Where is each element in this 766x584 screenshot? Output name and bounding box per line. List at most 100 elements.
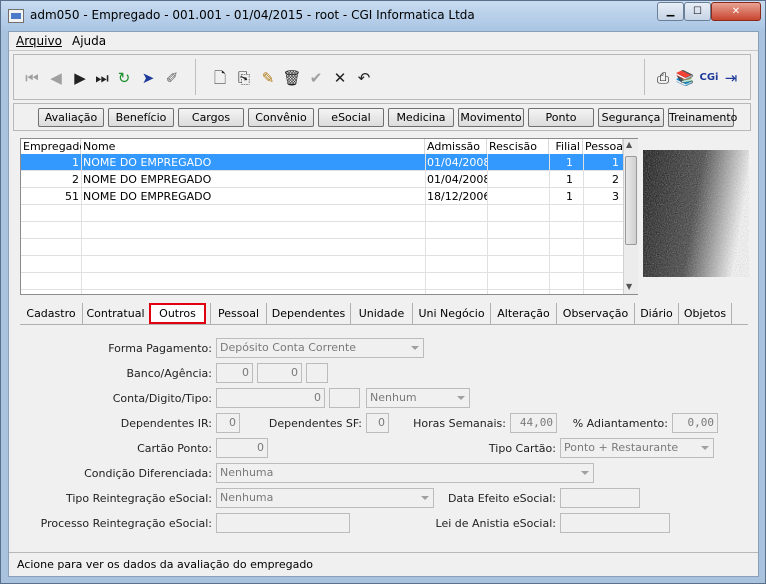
cell-empregado: 2: [72, 173, 79, 186]
confirm-icon[interactable]: ✔: [306, 68, 326, 88]
banco-field[interactable]: 0: [216, 363, 253, 383]
col-header-admissao[interactable]: Admissão: [425, 139, 487, 154]
conta-field[interactable]: 0: [216, 388, 325, 408]
cancel-icon[interactable]: ✕: [330, 68, 350, 88]
tab-uni-negocio[interactable]: Uni Negócio: [412, 303, 490, 324]
table-row[interactable]: [21, 239, 623, 256]
tab-alteracao[interactable]: Alteração: [490, 303, 556, 324]
movimento-button[interactable]: Movimento: [458, 108, 524, 127]
col-header-nome[interactable]: Nome: [81, 139, 425, 154]
exit-icon[interactable]: ⇥: [721, 68, 741, 88]
nav-group: ⏮ ◀ ▶ ⏭ ↻ ➤ ✐: [18, 59, 196, 95]
label-dependentes-ir: Dependentes IR:: [120, 417, 212, 430]
convenio-button[interactable]: Convênio: [248, 108, 314, 127]
cartao-ponto-field[interactable]: 0: [216, 438, 268, 458]
menu-ajuda[interactable]: Ajuda: [72, 34, 106, 48]
scroll-up-icon[interactable]: ▲: [626, 140, 632, 149]
new-icon[interactable]: 🗋: [210, 68, 230, 88]
col-header-pessoa[interactable]: Pessoa: [583, 139, 623, 154]
medicina-button[interactable]: Medicina: [388, 108, 454, 127]
adiantamento-field[interactable]: 0,00: [672, 413, 718, 433]
print-icon[interactable]: ⎙: [653, 68, 673, 88]
table-row[interactable]: [21, 205, 623, 222]
close-button[interactable]: ✕: [711, 2, 761, 21]
tab-pessoal[interactable]: Pessoal: [210, 303, 266, 324]
forma-pagamento-select[interactable]: Depósito Conta Corrente: [216, 338, 424, 358]
condicao-select[interactable]: Nenhuma: [216, 463, 594, 483]
first-icon[interactable]: ⏮: [22, 68, 42, 88]
title-bar[interactable]: adm050 - Empregado - 001.001 - 01/04/201…: [1, 1, 765, 31]
delete-icon[interactable]: 🗑: [282, 68, 302, 88]
conta-digito-field[interactable]: [329, 388, 360, 408]
edit-icon[interactable]: ✎: [258, 68, 278, 88]
tab-objetos[interactable]: Objetos: [678, 303, 732, 324]
copy-icon[interactable]: ⎘: [234, 68, 254, 88]
books-icon[interactable]: 📚: [675, 68, 695, 88]
prev-icon[interactable]: ◀: [46, 68, 66, 88]
table-row[interactable]: [21, 256, 623, 273]
tab-cadastro[interactable]: Cadastro: [20, 303, 82, 324]
agencia-field[interactable]: 0: [257, 363, 302, 383]
table-row[interactable]: 2 NOME DO EMPREGADO 01/04/2008 1 2: [21, 171, 623, 188]
scroll-down-icon[interactable]: ▼: [626, 282, 632, 291]
table-row[interactable]: 51 NOME DO EMPREGADO 18/12/2006 1 3: [21, 188, 623, 205]
last-icon[interactable]: ⏭: [92, 68, 112, 88]
tipo-cartao-select[interactable]: Ponto + Restaurante: [560, 438, 714, 458]
col-header-rescisao[interactable]: Rescisão: [487, 139, 549, 154]
send-icon[interactable]: ➤: [138, 68, 158, 88]
refresh-icon[interactable]: ↻: [114, 68, 134, 88]
cell-admissao: 01/04/2008: [427, 173, 487, 186]
employee-grid[interactable]: Empregado Nome Admissão Rescisão Filial …: [20, 138, 638, 295]
tab-outros[interactable]: Outros: [149, 303, 206, 324]
avaliacao-button[interactable]: Avaliação: [38, 108, 104, 127]
label-tipo-cartao: Tipo Cartão:: [488, 442, 556, 455]
dependentes-sf-field[interactable]: 0: [366, 413, 389, 433]
grid-line: [487, 154, 488, 294]
status-bar: Acione para ver os dados da avaliação do…: [9, 552, 758, 576]
maximize-button[interactable]: ☐: [684, 2, 711, 21]
table-row[interactable]: [21, 222, 623, 239]
grid-scrollbar[interactable]: ▲ ▼: [623, 139, 638, 294]
tab-dependentes[interactable]: Dependentes: [266, 303, 350, 324]
edit-group: 🗋 ⎘ ✎ 🗑 ✔ ✕ ↶: [200, 59, 390, 95]
clear-icon[interactable]: ✐: [162, 68, 182, 88]
label-dependentes-sf: Dependentes SF:: [268, 417, 362, 430]
treinamento-button[interactable]: Treinamento: [668, 108, 737, 127]
minimize-button[interactable]: ▁: [657, 2, 684, 21]
cargos-button[interactable]: Cargos: [178, 108, 244, 127]
tab-diario[interactable]: Diário: [634, 303, 678, 324]
tab-observacao[interactable]: Observação: [556, 303, 634, 324]
ponto-button[interactable]: Ponto: [528, 108, 594, 127]
noise-image: [643, 150, 749, 277]
tab-contratual[interactable]: Contratual: [82, 303, 148, 324]
label-processo: Processo Reintegração eSocial:: [40, 517, 212, 530]
conta-tipo-select[interactable]: Nenhum: [366, 388, 470, 408]
tipo-reintegracao-select[interactable]: Nenhuma: [216, 488, 434, 508]
app-window: adm050 - Empregado - 001.001 - 01/04/201…: [0, 0, 766, 584]
lei-anistia-field[interactable]: [560, 513, 670, 533]
label-forma-pagamento: Forma Pagamento:: [108, 342, 212, 355]
dependentes-ir-field[interactable]: 0: [216, 413, 240, 433]
table-row[interactable]: 1 NOME DO EMPREGADO 01/04/2008 1 1: [21, 154, 623, 171]
agencia-digito-field[interactable]: [306, 363, 328, 383]
scroll-thumb[interactable]: [625, 156, 637, 245]
col-header-filial[interactable]: Filial: [549, 139, 583, 154]
table-row[interactable]: [21, 273, 623, 290]
label-condicao: Condição Diferenciada:: [84, 467, 212, 480]
cell-admissao: 18/12/2006: [427, 190, 487, 203]
tab-unidade[interactable]: Unidade: [350, 303, 412, 324]
next-icon[interactable]: ▶: [70, 68, 90, 88]
col-header-empregado[interactable]: Empregado: [21, 139, 86, 154]
label-adiantamento: % Adiantamento:: [572, 417, 668, 430]
tab-strip: Cadastro Contratual Outros Pessoal Depen…: [20, 303, 748, 324]
cell-nome: NOME DO EMPREGADO: [83, 190, 212, 203]
horas-semanais-field[interactable]: 44,00: [510, 413, 557, 433]
menu-arquivo[interactable]: Arquivo: [16, 34, 62, 48]
undo-icon[interactable]: ↶: [354, 68, 374, 88]
beneficio-button[interactable]: Benefício: [108, 108, 174, 127]
processo-field[interactable]: [216, 513, 350, 533]
data-efeito-field[interactable]: [560, 488, 640, 508]
esocial-button[interactable]: eSocial: [318, 108, 384, 127]
seguranca-button[interactable]: Segurança: [598, 108, 664, 127]
cgi-logo[interactable]: CGi: [699, 68, 719, 88]
